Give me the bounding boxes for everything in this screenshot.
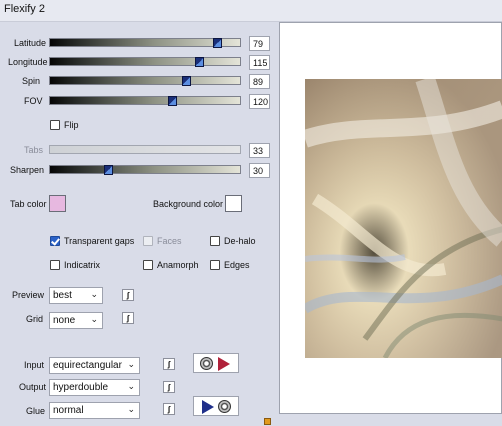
longitude-label: Longitude: [8, 57, 48, 67]
transparent-gaps-label: Transparent gaps: [64, 236, 135, 246]
grid-dropdown-value: none: [53, 315, 76, 326]
background-color-label: Background color: [153, 199, 224, 209]
latitude-label: Latitude: [14, 38, 47, 48]
preview-link-icon[interactable]: ʃ: [122, 289, 134, 301]
preview-dropdown[interactable]: best ⌄: [49, 287, 103, 304]
disc-icon: [200, 357, 213, 370]
faces-checkbox[interactable]: [143, 236, 153, 246]
chevron-down-icon: ⌄: [125, 359, 135, 370]
input-label: Input: [24, 360, 45, 370]
glue-label: Glue: [26, 406, 46, 416]
tabs-value[interactable]: 33: [249, 143, 270, 158]
edges-label: Edges: [224, 260, 250, 270]
controls-panel: Latitude 79 Longitude 115 Spin 89 FOV 12…: [0, 22, 276, 426]
spin-slider[interactable]: [49, 76, 241, 86]
faces-label: Faces: [157, 236, 182, 246]
sharpen-slider-thumb[interactable]: [104, 165, 113, 175]
glue-link-icon[interactable]: ʃ: [163, 403, 175, 415]
sharpen-label: Sharpen: [10, 165, 45, 175]
preview-swirl-image: [305, 79, 502, 358]
spin-label: Spin: [22, 76, 41, 86]
tab-color-swatch[interactable]: [49, 195, 66, 212]
fov-slider-thumb[interactable]: [168, 96, 177, 106]
output-label: Output: [19, 382, 47, 392]
anamorph-checkbox[interactable]: [143, 260, 153, 270]
resize-grip-icon[interactable]: [264, 418, 271, 425]
spin-value[interactable]: 89: [249, 74, 270, 89]
input-format-button[interactable]: [193, 353, 239, 373]
grid-label: Grid: [26, 314, 44, 324]
preview-dropdown-value: best: [53, 290, 72, 301]
preview-label: Preview: [12, 290, 45, 300]
glue-dropdown-value: normal: [53, 405, 84, 416]
sharpen-slider[interactable]: [49, 165, 241, 175]
glue-dropdown[interactable]: normal ⌄: [49, 402, 140, 419]
chevron-down-icon: ⌄: [90, 314, 98, 324]
chevron-down-icon: ⌄: [90, 289, 98, 299]
longitude-slider-thumb[interactable]: [195, 57, 204, 67]
tabs-label: Tabs: [24, 145, 44, 155]
fov-slider[interactable]: [49, 96, 241, 106]
de-halo-checkbox[interactable]: [210, 236, 220, 246]
title-bar: Flexify 2: [0, 0, 502, 22]
tabs-slider[interactable]: [49, 145, 241, 154]
chevron-down-icon: ⌄: [127, 404, 135, 414]
longitude-slider[interactable]: [49, 57, 241, 67]
edges-checkbox[interactable]: [210, 260, 220, 270]
tab-color-label: Tab color: [10, 199, 47, 209]
input-link-icon[interactable]: ʃ: [163, 358, 175, 370]
preview-image[interactable]: [305, 79, 502, 358]
preview-frame: [279, 22, 502, 414]
latitude-value[interactable]: 79: [249, 36, 270, 51]
sharpen-value[interactable]: 30: [249, 163, 270, 178]
transparent-gaps-checkbox[interactable]: [50, 236, 60, 246]
flip-checkbox[interactable]: [50, 120, 60, 130]
latitude-slider-thumb[interactable]: [213, 38, 222, 48]
de-halo-label: De-halo: [224, 236, 256, 246]
grid-dropdown[interactable]: none ⌄: [49, 312, 103, 329]
output-link-icon[interactable]: ʃ: [163, 381, 175, 393]
chevron-down-icon: ⌄: [127, 381, 135, 391]
output-dropdown[interactable]: hyperdouble ⌄: [49, 379, 140, 396]
fov-label: FOV: [24, 96, 43, 106]
longitude-value[interactable]: 115: [249, 55, 270, 70]
indicatrix-checkbox[interactable]: [50, 260, 60, 270]
anamorph-label: Anamorph: [157, 260, 199, 270]
disc-icon: [218, 400, 231, 413]
play-arrow-icon: [218, 357, 230, 371]
window-title: Flexify 2: [4, 3, 45, 15]
output-format-button[interactable]: [193, 396, 239, 416]
grid-link-icon[interactable]: ʃ: [122, 312, 134, 324]
output-dropdown-value: hyperdouble: [53, 382, 109, 393]
input-dropdown-value: equirectangular: [53, 360, 122, 371]
spin-slider-thumb[interactable]: [182, 76, 191, 86]
play-arrow-icon: [202, 400, 214, 414]
indicatrix-label: Indicatrix: [64, 260, 101, 270]
fov-value[interactable]: 120: [249, 94, 270, 109]
background-color-swatch[interactable]: [225, 195, 242, 212]
input-dropdown[interactable]: equirectangular ⌄: [49, 357, 140, 374]
latitude-slider[interactable]: [49, 38, 241, 48]
flip-label: Flip: [64, 120, 79, 130]
